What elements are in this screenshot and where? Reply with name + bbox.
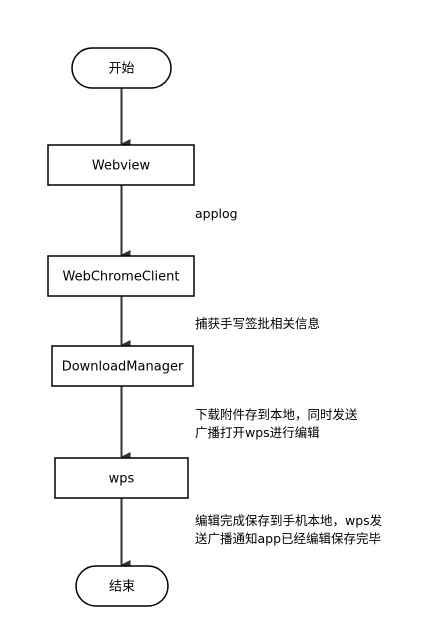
edge-label-webview-webchromeclient: applog	[195, 206, 238, 221]
edge-label-line: applog	[195, 206, 238, 221]
edge-label-line: 送广播通知app已经编辑保存完毕	[195, 531, 381, 546]
edge-label-wps-end: 编辑完成保存到手机本地，wps发 送广播通知app已经编辑保存完毕	[195, 513, 383, 546]
node-start: 开始	[71, 47, 172, 89]
node-label-end: 结束	[109, 580, 135, 595]
node-wps: wps	[54, 457, 189, 499]
flowchart-canvas: 开始 Webview WebChromeClient DownloadManag…	[0, 0, 423, 639]
node-label-wps: wps	[109, 472, 135, 487]
edge-label-line: 广播打开wps进行编辑	[195, 425, 320, 440]
node-label-start: 开始	[108, 62, 134, 77]
node-webview: Webview	[47, 144, 195, 186]
edge-label-line: 捕获手写签批相关信息	[195, 316, 320, 331]
node-webchromeclient: WebChromeClient	[47, 255, 195, 297]
edge-label-webchromeclient-downloadmanager: 捕获手写签批相关信息	[195, 316, 320, 331]
edge-label-line: 编辑完成保存到手机本地，wps发	[195, 513, 383, 528]
edge-label-line: 下载附件存到本地，同时发送	[195, 407, 358, 422]
node-label-webview: Webview	[92, 159, 151, 174]
flowchart-diagram: 开始 Webview WebChromeClient DownloadManag…	[47, 47, 383, 607]
node-label-webchromeclient: WebChromeClient	[63, 270, 180, 285]
node-end: 结束	[75, 565, 169, 607]
node-label-downloadmanager: DownloadManager	[62, 360, 184, 375]
node-downloadmanager: DownloadManager	[51, 345, 194, 387]
edge-label-downloadmanager-wps: 下载附件存到本地，同时发送 广播打开wps进行编辑	[195, 407, 358, 440]
